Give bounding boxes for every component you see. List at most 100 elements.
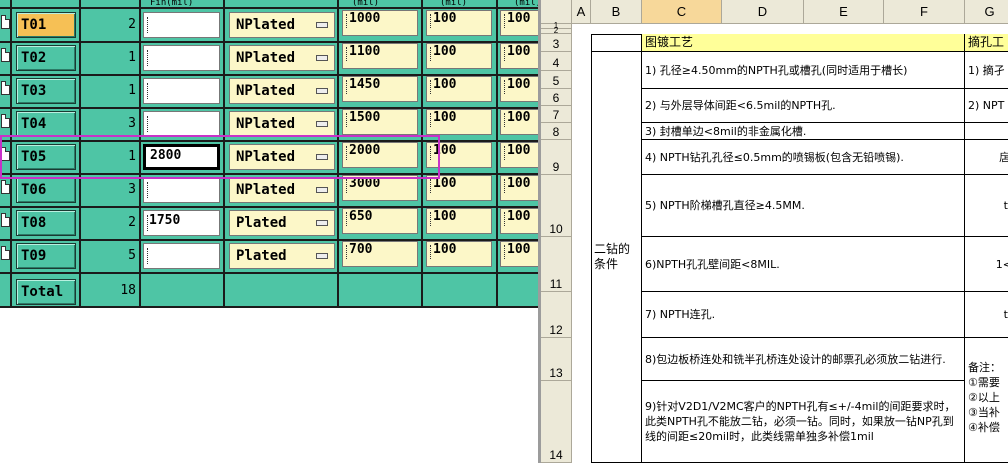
row-header[interactable]: 11	[541, 237, 572, 292]
row-header[interactable]: 13	[541, 338, 572, 381]
section-label-cell[interactable]: 二钻的条件	[591, 52, 642, 463]
plating-dropdown[interactable]: NPlated	[229, 111, 335, 137]
row-header[interactable]: 9	[541, 140, 572, 175]
grid-line	[496, 0, 498, 307]
column-header-d[interactable]: D	[722, 0, 804, 24]
tool-button-t02[interactable]: T02	[16, 45, 76, 71]
condition-cell[interactable]: 2) 与外层导体间距<6.5mil的NPTH孔.	[642, 89, 965, 123]
extra-field[interactable]: 100	[500, 76, 538, 102]
tool-button-t08[interactable]: T08	[16, 210, 76, 236]
extra-field[interactable]: 100	[500, 109, 538, 135]
extra-field[interactable]: 100	[500, 241, 538, 267]
row-header[interactable]: 8	[541, 123, 572, 140]
g-cell[interactable]: 1) 摘孑	[965, 52, 1008, 89]
column-header-a[interactable]: A	[572, 0, 591, 24]
tool-value-input[interactable]	[143, 243, 220, 269]
tool-button-t04[interactable]: T04	[16, 111, 76, 137]
size-field[interactable]: 1100	[342, 43, 418, 69]
column-header-f[interactable]: F	[884, 0, 965, 24]
extra-field[interactable]: 100	[500, 175, 538, 201]
tol-field[interactable]: 100	[426, 109, 492, 135]
g-cell[interactable]: 扂	[965, 140, 1008, 175]
row-header[interactable]: 3	[541, 34, 572, 52]
condition-cell[interactable]: 3) 封槽单边<8mil的非金属化槽.	[642, 123, 965, 140]
tool-value-input[interactable]	[143, 78, 220, 104]
column-header-c[interactable]: C	[642, 0, 722, 24]
dropdown-arrow-icon[interactable]	[316, 220, 328, 226]
extra-field[interactable]: 100	[500, 208, 538, 234]
tool-button-t03[interactable]: T03	[16, 78, 76, 104]
row-selector-icon[interactable]	[1, 246, 10, 260]
g-cell[interactable]: 2) NPT	[965, 89, 1008, 123]
tool-button-t01[interactable]: T01	[16, 12, 76, 38]
plating-dropdown[interactable]: NPlated	[229, 78, 335, 104]
tol-field[interactable]: 100	[426, 208, 492, 234]
plating-dropdown[interactable]: Plated	[229, 210, 335, 236]
g-cell[interactable]: t	[965, 292, 1008, 338]
tool-button-t09[interactable]: T09	[16, 243, 76, 269]
tool-value-input[interactable]: 1750	[143, 210, 220, 236]
plating-dropdown[interactable]: NPlated	[229, 177, 335, 203]
tool-value-input[interactable]	[143, 45, 220, 71]
text-caret	[346, 14, 348, 28]
tol-field[interactable]: 100	[426, 43, 492, 69]
tol-field[interactable]: 100	[426, 241, 492, 267]
condition-cell[interactable]: 1) 孔径≥4.50mm的NPTH孔或槽孔(同时适用于槽长)	[642, 52, 965, 89]
g-cell[interactable]: t	[965, 175, 1008, 237]
condition-cell[interactable]: 6)NPTH孔孔壁间距<8MIL.	[642, 237, 965, 292]
column-header-g[interactable]: G	[965, 0, 1008, 24]
row-header[interactable]: 5	[541, 71, 572, 89]
column-header-b[interactable]: B	[591, 0, 642, 24]
tol-field[interactable]: 100	[426, 10, 492, 36]
condition-text: 2) 与外层导体间距<6.5mil的NPTH孔.	[645, 99, 836, 112]
size-field[interactable]: 650	[342, 208, 418, 234]
extra-field[interactable]: 100	[500, 43, 538, 69]
condition-cell[interactable]: 4) NPTH钻孔孔径≤0.5mm的喷锡板(包含无铅喷锡).	[642, 140, 965, 175]
condition-cell[interactable]: 9)针对V2D1/V2MC客户的NPTH孔有≤+/-4mil的间距要求时，此类N…	[642, 381, 965, 463]
row-header[interactable]: 12	[541, 292, 572, 338]
condition-cell[interactable]: 7) NPTH连孔.	[642, 292, 965, 338]
dropdown-arrow-icon[interactable]	[316, 187, 328, 193]
g-notes-cell[interactable]: 备注： ①需要 ②以上 ③当补 ④补偿	[965, 338, 1008, 463]
size-field[interactable]: 1500	[342, 109, 418, 135]
row-header[interactable]: 6	[541, 89, 572, 106]
process-header-cell[interactable]: 图镀工艺	[642, 34, 965, 52]
column-header-value: Fin(mil)	[150, 0, 194, 7]
row-selector-icon[interactable]	[1, 48, 10, 62]
tool-value-input[interactable]	[143, 177, 220, 203]
tool-button-t06[interactable]: T06	[16, 177, 76, 203]
dropdown-arrow-icon[interactable]	[316, 22, 328, 28]
g-cell[interactable]: 1<	[965, 237, 1008, 292]
row-selector-icon[interactable]	[1, 81, 10, 95]
row-header[interactable]: 7	[541, 106, 572, 123]
sheet-cell[interactable]	[591, 34, 642, 52]
condition-cell[interactable]: 5) NPTH阶梯槽孔直径≥4.5MM.	[642, 175, 965, 237]
row-header[interactable]: 10	[541, 175, 572, 237]
size-field[interactable]: 1450	[342, 76, 418, 102]
size-field[interactable]: 1000	[342, 10, 418, 36]
row-selector-icon[interactable]	[1, 114, 10, 128]
g-header-cell[interactable]: 摘孔工	[965, 34, 1008, 52]
plating-dropdown[interactable]: Plated	[229, 243, 335, 269]
column-header-e[interactable]: E	[804, 0, 884, 24]
condition-cell[interactable]: 8)包边板桥连处和铣半孔桥连处设计的邮票孔必须放二钻进行.	[642, 338, 965, 381]
row-header[interactable]: 4	[541, 52, 572, 71]
g-cell[interactable]	[965, 123, 1008, 140]
tool-qty: 1	[128, 50, 136, 65]
row-selector-icon[interactable]	[1, 15, 10, 29]
row-selector-icon[interactable]	[1, 213, 10, 227]
row-selector-icon[interactable]	[1, 180, 10, 194]
extra-field[interactable]: 100	[500, 142, 538, 168]
dropdown-arrow-icon[interactable]	[316, 253, 328, 259]
tool-value-input[interactable]	[143, 12, 220, 38]
extra-field[interactable]: 100	[500, 10, 538, 36]
dropdown-arrow-icon[interactable]	[316, 55, 328, 61]
tol-field[interactable]: 100	[426, 76, 492, 102]
plating-dropdown[interactable]: NPlated	[229, 45, 335, 71]
size-field[interactable]: 700	[342, 241, 418, 267]
plating-dropdown[interactable]: NPlated	[229, 12, 335, 38]
dropdown-arrow-icon[interactable]	[316, 121, 328, 127]
row-header[interactable]: 14	[541, 381, 572, 463]
dropdown-arrow-icon[interactable]	[316, 88, 328, 94]
tool-value-input[interactable]	[143, 111, 220, 137]
